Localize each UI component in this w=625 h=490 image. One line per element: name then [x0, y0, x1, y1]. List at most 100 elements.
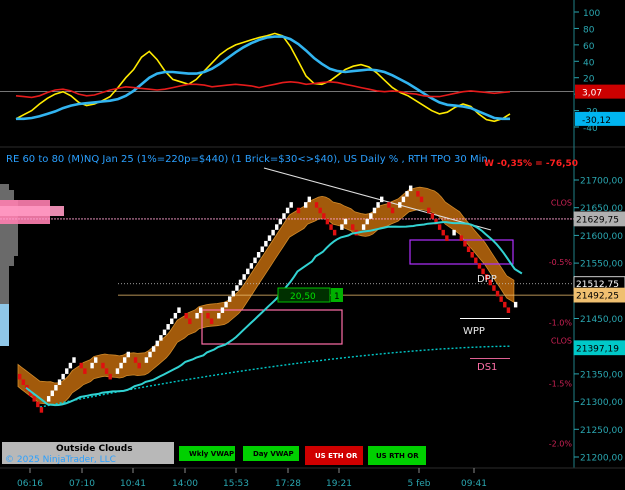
level-label: -1.5%: [549, 379, 573, 388]
renko-brick-down: [184, 312, 188, 319]
level-label: CLOS: [551, 337, 572, 346]
value-marker-text: 1: [334, 292, 340, 302]
oscillator-series: [16, 35, 510, 121]
renko-brick-down: [83, 368, 87, 374]
renko-brick-down: [459, 235, 464, 241]
renko-brick-up: [271, 229, 275, 236]
copyright-text: © 2025 NinjaTrader, LLC: [5, 455, 116, 465]
renko-brick-up: [159, 335, 163, 341]
renko-brick-up: [57, 379, 62, 385]
renko-brick-up: [238, 279, 243, 286]
time-tick-label: 17:28: [275, 479, 301, 489]
ichimoku-cloud: [17, 186, 515, 406]
price-tag-text: 21397,19: [576, 344, 619, 354]
wkly-vwap-label: Wkly VWAP: [189, 450, 234, 458]
renko-brick-down: [296, 207, 301, 214]
time-tick-label: 09:41: [461, 479, 487, 489]
renko-brick-up: [72, 357, 76, 363]
renko-brick-down: [329, 224, 333, 230]
dpp-label: DPP: [477, 274, 497, 285]
renko-brick-down: [430, 213, 435, 219]
oscillator-value-text: 3,07: [582, 89, 602, 99]
renko-brick-up: [90, 362, 94, 369]
renko-brick-down: [108, 373, 112, 380]
renko-brick-up: [220, 307, 225, 313]
time-tick-label: 07:10: [69, 479, 95, 489]
price-tick-label: 21450,00: [580, 315, 623, 325]
renko-brick-down: [137, 362, 141, 369]
renko-brick-up: [173, 312, 178, 319]
renko-brick-down: [188, 318, 192, 325]
price-tick-label: 21250,00: [580, 426, 623, 436]
oscillator-tick-label: 100: [583, 9, 600, 19]
price-tick-label: 21200,00: [580, 454, 623, 464]
renko-brick-down: [492, 285, 496, 291]
oscillator-value-labels: 3,07 -30,12: [575, 84, 625, 126]
price-panel[interactable]: 20,50 1 DPP WPP DS1 21700,0021650,002160…: [0, 167, 625, 464]
renko-brick-up: [162, 329, 167, 336]
renko-brick-up: [278, 218, 283, 225]
renko-brick-down: [332, 229, 337, 236]
level-labels: CLOS CLOS -0.5% -1.0% -1.5% -2.0%: [549, 199, 573, 449]
renko-brick-up: [46, 396, 51, 402]
renko-brick-up: [380, 196, 384, 203]
renko-brick-up: [224, 301, 228, 308]
renko-brick-down: [419, 196, 424, 203]
renko-brick-up: [303, 202, 308, 208]
renko-brick-up: [289, 202, 293, 208]
time-tick-label: 10:41: [120, 479, 146, 489]
renko-brick-up: [166, 324, 170, 330]
renko-brick-down: [206, 312, 210, 319]
time-tick-label: 15:53: [223, 479, 249, 489]
renko-brick-up: [242, 274, 246, 280]
us-eth-or-label: US ETH OR: [315, 452, 358, 460]
oscillator-tick-label: 40: [583, 58, 595, 68]
renko-brick-down: [441, 229, 445, 236]
oscillator-series: [15, 80, 511, 99]
level-label: -0.5%: [549, 258, 573, 267]
renko-brick-up: [50, 390, 54, 397]
price-tick-label: 21600,00: [580, 232, 623, 242]
chart-title: RE 60 to 80 (M)NQ Jan 25 (1%=220p=$440) …: [6, 154, 488, 165]
renko-brick-up: [264, 240, 268, 247]
renko-brick-down: [495, 290, 500, 297]
renko-brick-down: [325, 218, 330, 225]
renko-brick-down: [416, 191, 420, 197]
price-tick-label: 21300,00: [580, 398, 623, 408]
renko-brick-up: [267, 235, 272, 241]
renko-brick-down: [32, 396, 36, 402]
oscillator-tick-label: 20: [583, 75, 595, 85]
renko-brick-up: [376, 202, 380, 208]
oscillator-tick-label: 80: [583, 25, 595, 35]
purple-range-box[interactable]: [409, 239, 514, 265]
renko-brick-up: [65, 368, 69, 374]
renko-brick-up: [115, 368, 120, 374]
renko-brick-down: [322, 213, 326, 219]
ds1-label: DS1: [477, 362, 497, 373]
renko-brick-up: [253, 257, 257, 264]
renko-brick-up: [148, 351, 152, 358]
oscillator-panel: 100806040200-20-40 3,07-30,12: [0, 9, 625, 134]
renko-brick-down: [21, 379, 26, 385]
renko-brick-up: [260, 246, 264, 253]
oscillator-series: [15, 32, 511, 123]
outside-clouds-label: Outside Clouds: [56, 444, 133, 454]
renko-brick-down: [101, 362, 105, 369]
renko-brick-up: [285, 207, 290, 214]
renko-brick-down: [39, 407, 44, 413]
level-label: -2.0%: [549, 440, 573, 449]
renko-brick-up: [61, 373, 65, 380]
renko-brick-up: [177, 307, 181, 313]
renko-brick-down: [390, 207, 395, 214]
renko-brick-down: [104, 368, 109, 374]
renko-brick-up: [199, 307, 203, 313]
renko-brick-down: [387, 202, 391, 208]
renko-brick-up: [68, 362, 73, 369]
chart-canvas[interactable]: 100806040200-20-40 3,07-30,12: [0, 0, 625, 490]
oscillator-tick-label: 60: [583, 42, 595, 52]
time-tick-label: 19:21: [326, 479, 352, 489]
renko-brick-up: [452, 229, 456, 236]
renko-brick-down: [466, 246, 471, 253]
level-label: -1.0%: [549, 318, 573, 327]
renko-brick-up: [126, 351, 130, 358]
